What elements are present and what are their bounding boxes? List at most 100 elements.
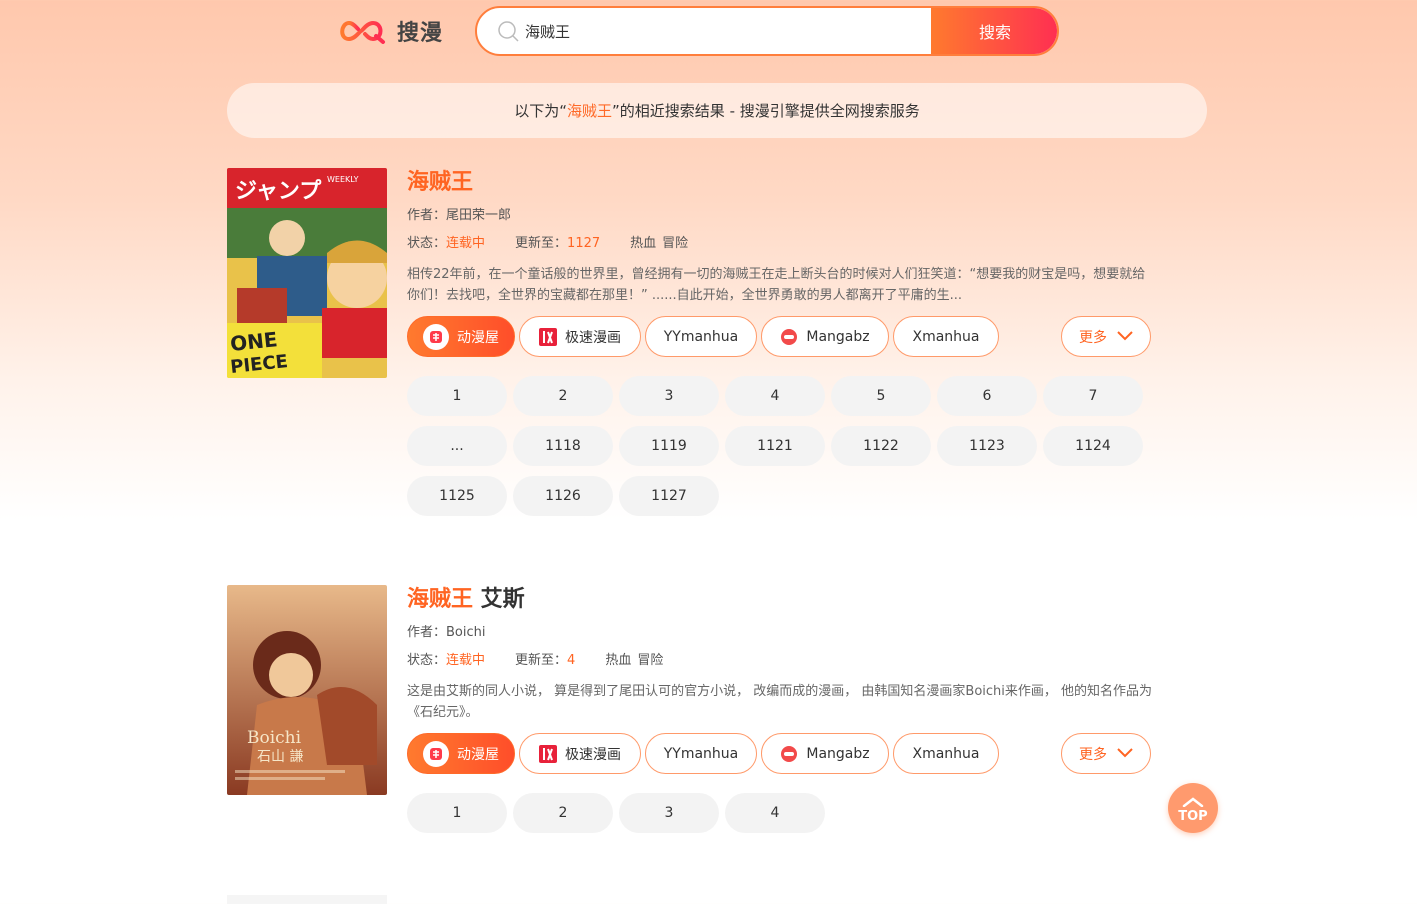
svg-text:WEEKLY: WEEKLY <box>327 175 359 184</box>
source-dongmanwu[interactable]: 动漫屋 <box>407 733 515 774</box>
chapter-button[interactable]: 2 <box>513 376 613 416</box>
logo[interactable]: 搜漫 <box>335 15 475 47</box>
chapter-button[interactable]: 4 <box>725 376 825 416</box>
chapter-button[interactable]: 1118 <box>513 426 613 466</box>
chapter-button[interactable]: 1 <box>407 793 507 833</box>
title-rest: 艾斯 <box>473 587 525 612</box>
source-yymanhua[interactable]: YYmanhua <box>645 733 757 774</box>
svg-text:石山 謙: 石山 謙 <box>257 749 303 765</box>
svg-text:Boichi: Boichi <box>247 728 302 748</box>
author-line: 作者：Boichi <box>407 623 1167 643</box>
chapter-button[interactable]: 7 <box>1043 376 1143 416</box>
mangabz-icon <box>780 745 798 763</box>
more-sources-button[interactable]: 更多 <box>1061 316 1151 357</box>
genre-tag: 热血 <box>605 653 632 668</box>
chapter-button[interactable]: 1122 <box>831 426 931 466</box>
source-mangabz[interactable]: Mangabz <box>761 733 889 774</box>
author-name: Boichi <box>446 625 486 640</box>
search-result-banner: 以下为“ 海贼王 ”的相近搜索结果 - 搜漫引擎提供全网搜索服务 <box>227 83 1207 138</box>
chapter-list: 1 2 3 4 <box>407 793 1167 833</box>
update-value: 4 <box>567 653 576 668</box>
genre-tag: 热血 <box>630 236 657 251</box>
source-jisu[interactable]: 极速漫画 <box>519 316 641 357</box>
logo-text: 搜漫 <box>397 21 444 46</box>
author-label: 作者： <box>407 625 447 640</box>
result-title[interactable]: 海贼王 艾斯 <box>407 585 1167 615</box>
header: 搜漫 搜索 <box>335 6 1059 56</box>
source-label: Mangabz <box>806 745 870 762</box>
title-highlight: 海贼王 <box>407 170 474 195</box>
source-label: Xmanhua <box>912 745 980 762</box>
source-yymanhua[interactable]: YYmanhua <box>645 316 757 357</box>
chapter-button[interactable]: 1126 <box>513 476 613 516</box>
update-label: 更新至： <box>515 236 568 251</box>
more-label: 更多 <box>1079 746 1107 763</box>
description: 这是由艾斯的同人小说， 算是得到了尾田认可的官方小说， 改编而成的漫画， 由韩国… <box>407 684 1153 720</box>
cover-image[interactable]: ジャンプ WEEKLY ONE PIECE <box>227 168 387 378</box>
source-label: 极速漫画 <box>565 746 621 763</box>
chapter-button[interactable]: 1123 <box>937 426 1037 466</box>
source-jisu[interactable]: 极速漫画 <box>519 733 641 774</box>
chevron-down-icon <box>1117 746 1133 762</box>
update-value: 1127 <box>567 236 601 251</box>
banner-prefix: 以下为“ <box>514 102 568 120</box>
more-sources-button[interactable]: 更多 <box>1061 733 1151 774</box>
svg-text:ONE: ONE <box>229 327 279 356</box>
chapter-button[interactable]: 1119 <box>619 426 719 466</box>
chevron-down-icon <box>1117 329 1133 345</box>
chapter-button[interactable]: 1127 <box>619 476 719 516</box>
search-input[interactable] <box>519 8 931 54</box>
banner-keyword: 海贼王 <box>567 102 613 120</box>
top-label: TOP <box>1178 809 1208 824</box>
result-title[interactable]: 海贼王 <box>407 168 1167 198</box>
chapter-ellipsis[interactable]: ... <box>407 426 507 466</box>
chapter-button[interactable]: 1121 <box>725 426 825 466</box>
source-xmanhua[interactable]: Xmanhua <box>893 316 999 357</box>
jisu-icon <box>539 327 557 346</box>
source-mangabz[interactable]: Mangabz <box>761 316 889 357</box>
author-name: 尾田荣一郎 <box>446 208 512 223</box>
logo-icon <box>335 18 387 44</box>
search-button[interactable]: 搜索 <box>931 8 1057 54</box>
chapter-button[interactable]: 3 <box>619 376 719 416</box>
svg-text:ジャンプ: ジャンプ <box>235 179 322 204</box>
cover-image[interactable]: Boichi 石山 謙 <box>227 585 387 795</box>
chapter-button[interactable]: 4 <box>725 793 825 833</box>
result-info: 海贼王 作者：尾田荣一郎 状态：连载中 更新至：1127 热血 冒险 相传22年前，在… <box>407 168 1167 516</box>
more-label: 更多 <box>1079 329 1107 346</box>
chapter-button[interactable]: 2 <box>513 793 613 833</box>
banner-suffix: ”的相近搜索结果 - 搜漫引擎提供全网搜索服务 <box>612 102 920 120</box>
chapter-button[interactable]: 6 <box>937 376 1037 416</box>
update-label: 更新至： <box>515 653 568 668</box>
status-label: 状态： <box>407 236 447 251</box>
search-icon <box>497 20 519 42</box>
genre-tag: 冒险 <box>637 653 664 668</box>
dongmanwu-icon <box>423 323 449 350</box>
genre-tag: 冒险 <box>662 236 689 251</box>
source-list: 动漫屋 极速漫画 YYmanhua Mangabz Xmanhua 更多 <box>407 316 1167 358</box>
source-label: YYmanhua <box>663 745 739 762</box>
mangabz-icon <box>780 328 798 346</box>
result-info: 海贼王 艾斯 作者：Boichi 状态：连载中 更新至：4 热血 冒险 这是由艾斯的同… <box>407 585 1167 833</box>
chapter-button[interactable]: 5 <box>831 376 931 416</box>
source-label: 动漫屋 <box>457 746 499 763</box>
title-highlight: 海贼王 <box>407 587 474 612</box>
source-dongmanwu[interactable]: 动漫屋 <box>407 316 515 357</box>
jisu-icon <box>539 744 557 763</box>
chapter-button[interactable]: 1124 <box>1043 426 1143 466</box>
status-line: 状态：连载中 更新至：1127 热血 冒险 <box>407 234 1167 254</box>
back-to-top-button[interactable]: TOP <box>1168 783 1218 833</box>
author-line: 作者：尾田荣一郎 <box>407 206 1167 226</box>
source-label: Mangabz <box>806 328 870 345</box>
source-list: 动漫屋 极速漫画 YYmanhua Mangabz Xmanhua 更多 <box>407 733 1167 775</box>
status-line: 状态：连载中 更新至：4 热血 冒险 <box>407 651 1167 671</box>
chapter-button[interactable]: 1 <box>407 376 507 416</box>
chapter-button[interactable]: 3 <box>619 793 719 833</box>
source-label: YYmanhua <box>663 328 739 345</box>
status-label: 状态： <box>407 653 447 668</box>
chapter-list: 1 2 3 4 5 6 7 ... 1118 1119 1121 1122 11… <box>407 376 1167 516</box>
source-xmanhua[interactable]: Xmanhua <box>893 733 999 774</box>
description: 相传22年前，在一个童话般的世界里，曾经拥有一切的海贼王在走上断头台的时候对人们… <box>407 267 1146 303</box>
chapter-button[interactable]: 1125 <box>407 476 507 516</box>
source-label: Xmanhua <box>912 328 980 345</box>
